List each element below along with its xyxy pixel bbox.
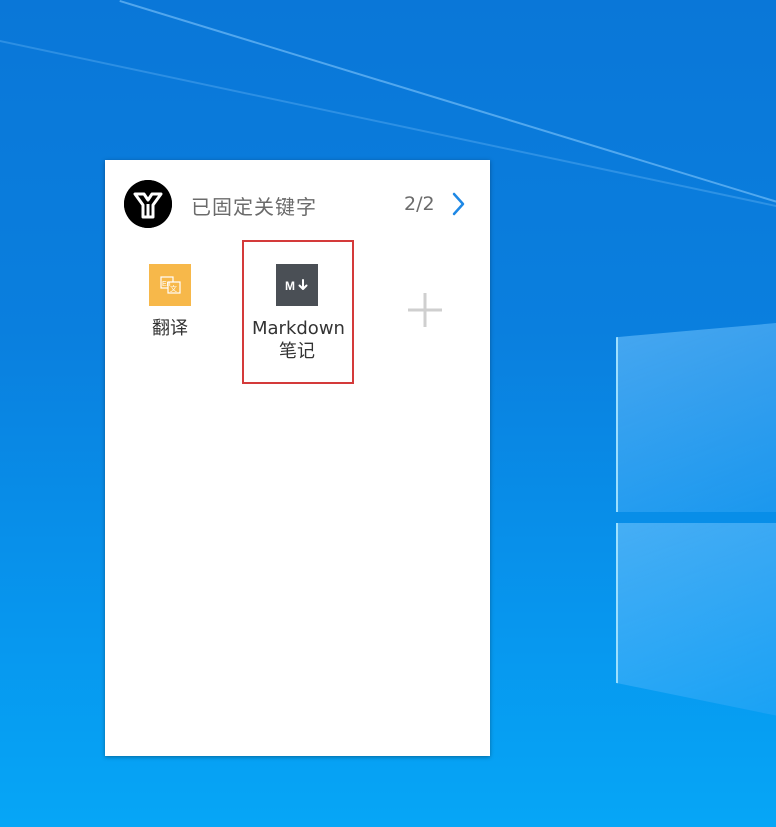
item-label-markdown: Markdown [252,318,345,339]
svg-text:文: 文 [170,284,177,293]
panel-title: 已固定关键字 [191,195,317,219]
translate-icon: En 文 [149,264,191,306]
pinned-keywords-panel: 已固定关键字 2/2 En 文 翻译 M Markdown 笔记 [105,160,490,756]
page-indicator: 2/2 [404,193,435,215]
window-logo-pane-top [616,322,776,512]
svg-text:M: M [285,279,295,293]
app-logo-icon [124,180,172,228]
window-logo-pane-bottom [616,523,776,718]
markdown-icon: M [276,264,318,306]
item-label-markdown-note: 笔记 [279,341,315,362]
item-label-translate: 翻译 [152,318,188,339]
chevron-right-icon [452,192,465,216]
next-page-button[interactable] [447,190,469,218]
pinned-item-markdown[interactable]: M Markdown 笔记 [245,260,351,370]
plus-icon [408,293,442,327]
pinned-item-translate[interactable]: En 文 翻译 [135,260,205,350]
add-keyword-button[interactable] [405,290,445,330]
